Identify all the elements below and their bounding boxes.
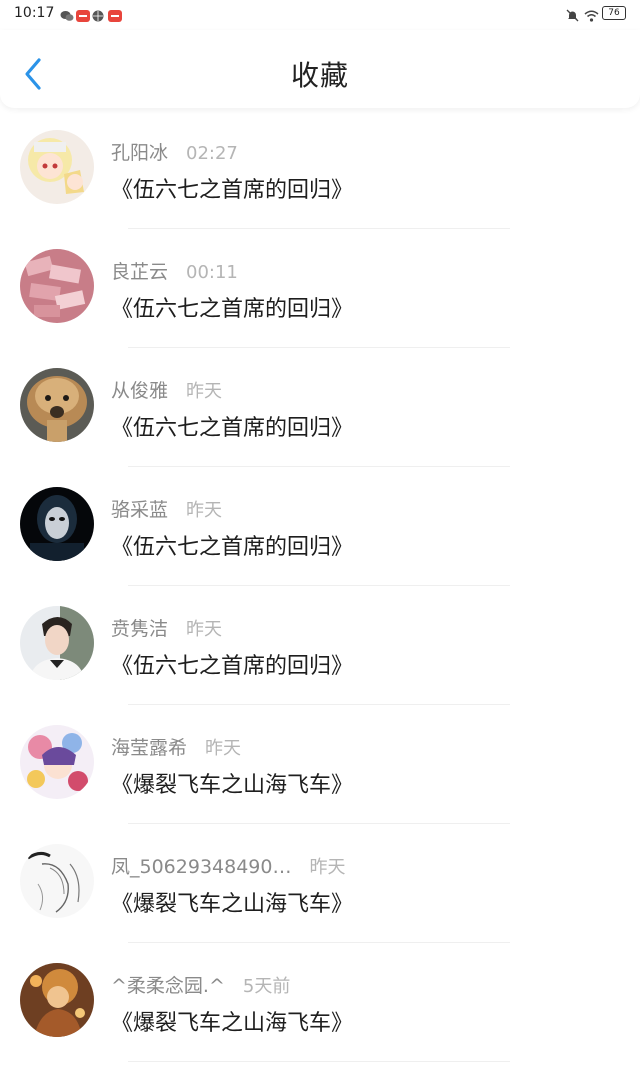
bell-mute-icon: [566, 7, 579, 22]
user-name: ^柔柔念园.^: [111, 975, 225, 997]
list-item[interactable]: 从俊雅 昨天 《伍六七之首席的回归》: [0, 348, 640, 467]
avatar[interactable]: [20, 606, 94, 680]
list-item[interactable]: 海莹露希 昨天 《爆裂飞车之山海飞车》: [0, 705, 640, 824]
header-bar: 收藏: [0, 30, 640, 108]
content-title: 《伍六七之首席的回归》: [111, 297, 354, 322]
time-label: 昨天: [186, 381, 223, 402]
avatar[interactable]: [20, 130, 94, 204]
content-title: 《伍六七之首席的回归》: [111, 416, 354, 441]
time-label: 昨天: [309, 857, 346, 878]
wifi-icon: [584, 7, 599, 22]
user-name: 骆采蓝: [111, 499, 169, 521]
time-label: 00:11: [186, 262, 238, 283]
status-time: 10:17: [14, 5, 55, 21]
time-label: 5天前: [242, 976, 291, 997]
avatar[interactable]: [20, 963, 94, 1037]
user-name: 孔阳冰: [111, 142, 169, 164]
content-title: 《伍六七之首席的回归》: [111, 654, 354, 679]
basketball-icon: [92, 7, 104, 22]
favorites-list: 孔阳冰 02:27 《伍六七之首席的回归》 良芷云 00:11 《伍六七之首席的…: [0, 110, 640, 1062]
content-title: 《伍六七之首席的回归》: [111, 178, 354, 203]
app-icon: [108, 7, 123, 22]
divider: [128, 1061, 510, 1062]
list-item[interactable]: 贲隽洁 昨天 《伍六七之首席的回归》: [0, 586, 640, 705]
avatar[interactable]: [20, 844, 94, 918]
avatar[interactable]: [20, 368, 94, 442]
content-title: 《爆裂飞车之山海飞车》: [111, 773, 354, 798]
list-item[interactable]: 骆采蓝 昨天 《伍六七之首席的回归》: [0, 467, 640, 586]
page-title: 收藏: [290, 59, 349, 92]
avatar[interactable]: [20, 249, 94, 323]
list-item[interactable]: ^柔柔念园.^ 5天前 《爆裂飞车之山海飞车》: [0, 943, 640, 1062]
avatar[interactable]: [20, 725, 94, 799]
user-name: 海莹露希: [111, 737, 188, 759]
time-label: 昨天: [186, 500, 223, 521]
user-name: 良芷云: [111, 261, 169, 283]
list-item[interactable]: 良芷云 00:11 《伍六七之首席的回归》: [0, 229, 640, 348]
content-title: 《伍六七之首席的回归》: [111, 535, 354, 560]
content-title: 《爆裂飞车之山海飞车》: [111, 892, 354, 917]
user-name: 凤_50629348490…: [111, 856, 292, 878]
time-label: 昨天: [205, 738, 242, 759]
wechat-icon: [60, 7, 74, 21]
time-label: 02:27: [186, 143, 238, 164]
user-name: 贲隽洁: [111, 618, 169, 640]
battery-icon: 76: [602, 6, 626, 20]
avatar[interactable]: [20, 487, 94, 561]
list-item[interactable]: 孔阳冰 02:27 《伍六七之首席的回归》: [0, 110, 640, 229]
list-item[interactable]: 凤_50629348490… 昨天 《爆裂飞车之山海飞车》: [0, 824, 640, 943]
user-name: 从俊雅: [111, 380, 169, 402]
content-title: 《爆裂飞车之山海飞车》: [111, 1011, 354, 1036]
app-icon: [76, 7, 91, 22]
status-bar: 10:17 76: [0, 0, 640, 26]
time-label: 昨天: [186, 619, 223, 640]
